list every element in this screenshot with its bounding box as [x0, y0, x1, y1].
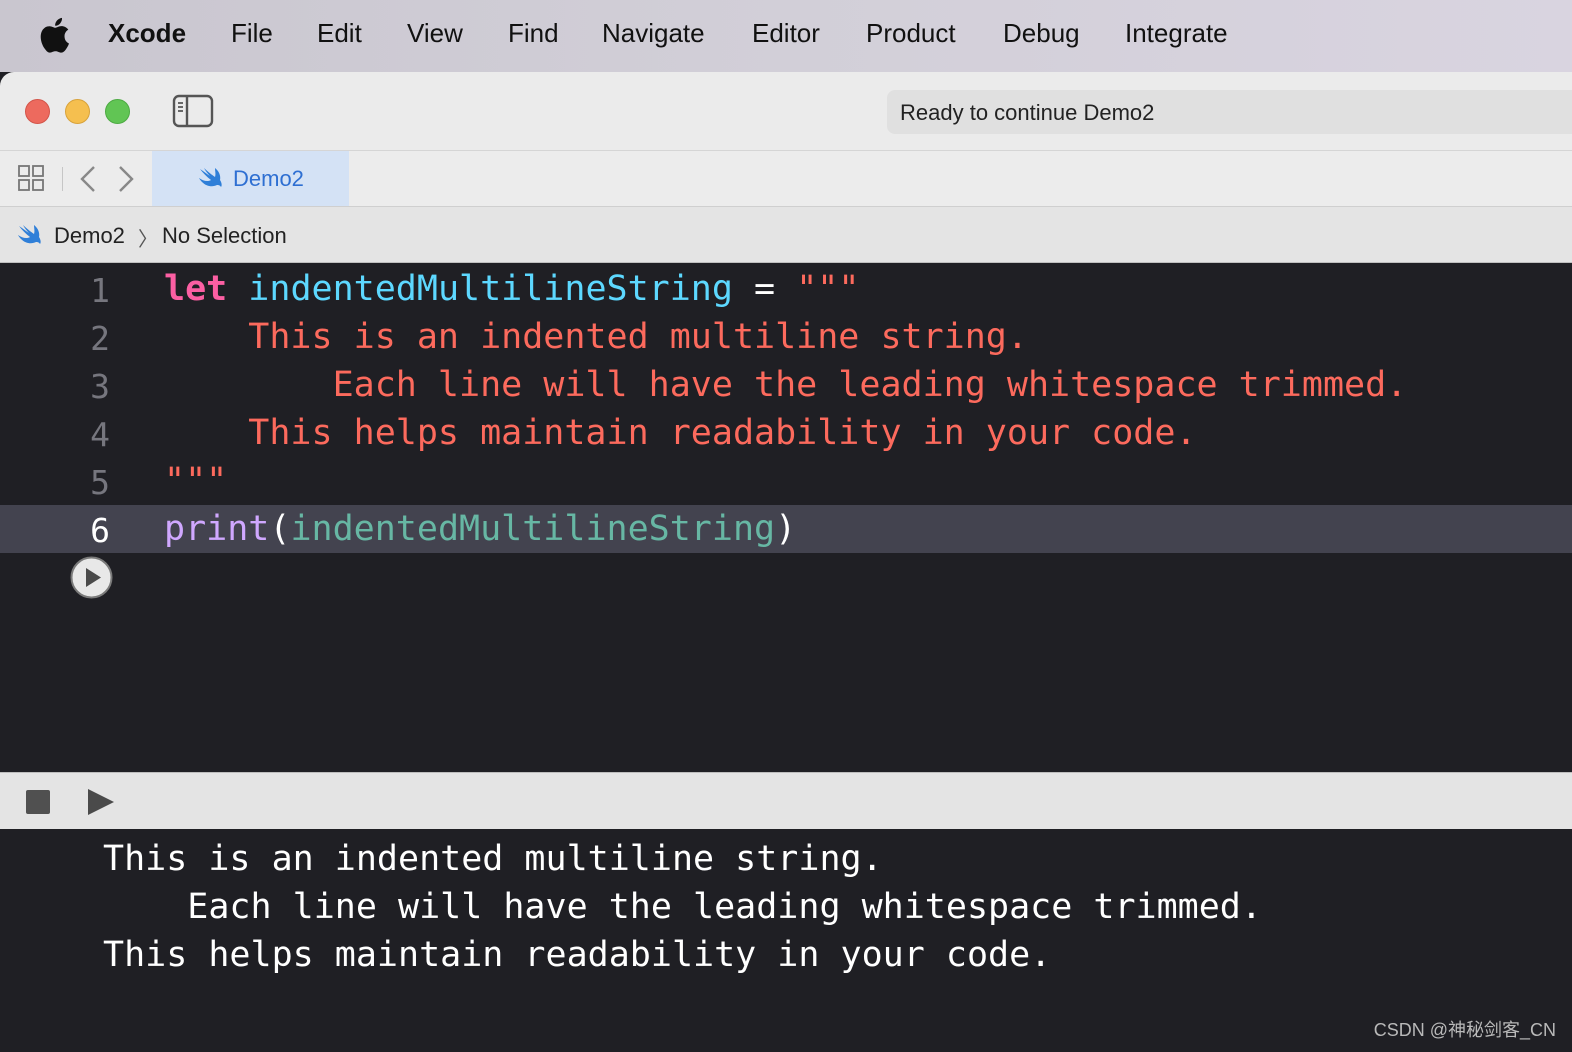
menu-file[interactable]: File [231, 18, 273, 49]
keyword-token: let [164, 269, 228, 309]
menu-product[interactable]: Product [866, 18, 956, 49]
breadcrumb: Demo2 〉 No Selection [0, 206, 1572, 263]
console-output[interactable]: This is an indented multiline string. Ea… [0, 829, 1572, 1052]
swift-icon [18, 225, 41, 244]
tab-demo2[interactable]: Demo2 [152, 151, 349, 207]
minimize-window-button[interactable] [65, 99, 90, 124]
code-line[interactable]: 1 let indentedMultilineString = """ [0, 265, 1572, 313]
tab-label: Demo2 [233, 166, 304, 191]
breadcrumb-file[interactable]: Demo2 [54, 223, 125, 249]
activity-status: Ready to continue Demo2 [887, 90, 1572, 134]
stop-button[interactable] [26, 790, 50, 814]
console-line: Each line will have the leading whitespa… [103, 887, 1262, 927]
tab-divider [62, 167, 63, 191]
code-line[interactable]: 4 This helps maintain readability in you… [0, 409, 1572, 457]
code-text: Each line will have the leading whitespa… [164, 365, 1408, 405]
line-number: 5 [90, 463, 110, 502]
menu-editor[interactable]: Editor [752, 18, 820, 49]
string-token: """ [796, 269, 860, 309]
operator-token: = [754, 269, 776, 309]
chevron-right-icon[interactable] [114, 163, 138, 195]
identifier-token: indentedMultilineString [248, 269, 733, 309]
watermark: CSDN @神秘剑客_CN [1373, 1020, 1556, 1040]
paren-token: ) [775, 509, 797, 549]
code-text: This is an indented multiline string. [164, 317, 1028, 357]
menu-edit[interactable]: Edit [317, 18, 362, 49]
code-line-current[interactable]: 6 print(indentedMultilineString) [0, 505, 1572, 553]
zoom-window-button[interactable] [105, 99, 130, 124]
paren-token: ( [269, 509, 291, 549]
menu-debug[interactable]: Debug [1003, 18, 1080, 49]
line-number: 3 [90, 367, 110, 406]
code-line[interactable]: 3 Each line will have the leading whites… [0, 361, 1572, 409]
breadcrumb-selection[interactable]: No Selection [162, 223, 287, 249]
menu-app-name[interactable]: Xcode [108, 18, 186, 49]
xcode-window: Ready to continue Demo2 Demo2 Demo2 〉 No… [0, 72, 1572, 1052]
close-window-button[interactable] [25, 99, 50, 124]
identifier-token: indentedMultilineString [290, 509, 776, 549]
play-icon[interactable] [86, 787, 116, 817]
console-line: This is an indented multiline string. [103, 839, 883, 879]
code-editor[interactable]: 1 let indentedMultilineString = """ 2 Th… [0, 263, 1572, 772]
tab-bar: Demo2 [0, 150, 1572, 207]
code-text: """ [164, 461, 228, 501]
code-line[interactable]: 2 This is an indented multiline string. [0, 313, 1572, 361]
code-text: let indentedMultilineString = """ [164, 269, 859, 309]
line-number: 4 [90, 415, 110, 454]
code-line[interactable]: 5 """ [0, 457, 1572, 505]
line-number: 6 [90, 511, 110, 550]
status-text: Ready to continue Demo2 [900, 100, 1155, 125]
debug-bar [0, 772, 1572, 829]
code-text: print(indentedMultilineString) [164, 509, 796, 549]
menu-find[interactable]: Find [508, 18, 559, 49]
menu-integrate[interactable]: Integrate [1125, 18, 1228, 49]
related-items-grid-icon[interactable] [16, 163, 46, 193]
function-token: print [164, 509, 270, 549]
menu-navigate[interactable]: Navigate [602, 18, 705, 49]
menu-view[interactable]: View [407, 18, 463, 49]
menu-bar: Xcode File Edit View Find Navigate Edito… [0, 0, 1572, 72]
line-number: 2 [90, 319, 110, 358]
swift-icon [199, 168, 222, 187]
line-number: 1 [90, 271, 110, 310]
code-text: This helps maintain readability in your … [164, 413, 1197, 453]
sidebar-toggle-icon[interactable] [172, 94, 214, 128]
chevron-left-icon[interactable] [76, 163, 100, 195]
console-line: This helps maintain readability in your … [103, 935, 1052, 975]
apple-logo-icon[interactable] [38, 16, 70, 54]
title-bar: Ready to continue Demo2 [0, 72, 1572, 150]
run-playground-button[interactable] [70, 556, 113, 599]
breadcrumb-separator: 〉 [138, 229, 158, 251]
